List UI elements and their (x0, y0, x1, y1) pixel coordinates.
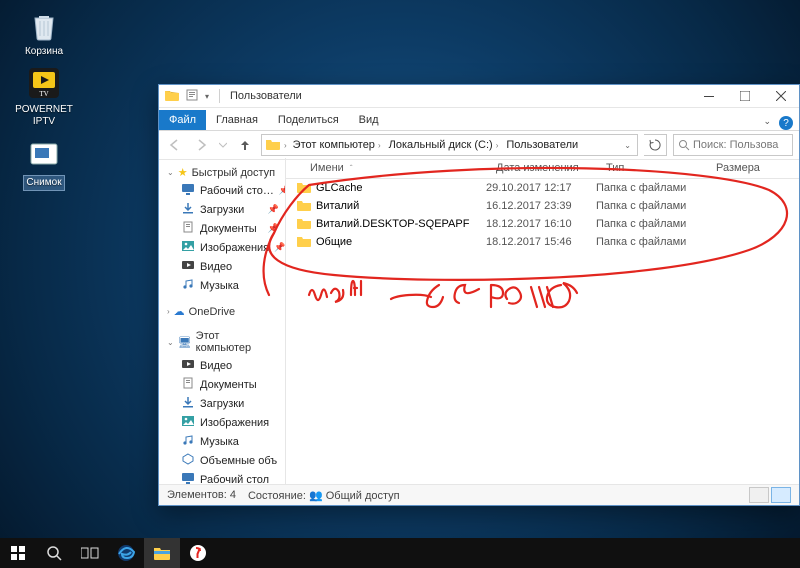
thispc-item-2[interactable]: Загрузки (159, 394, 285, 413)
up-button[interactable] (235, 135, 255, 155)
folder-icon (296, 199, 312, 214)
close-button[interactable] (763, 85, 799, 107)
back-button[interactable] (165, 135, 185, 155)
column-headers[interactable]: Имениˆ Дата изменения Тип Размера (286, 158, 799, 179)
tab-share[interactable]: Поделиться (268, 110, 349, 130)
folder-icon (296, 181, 312, 196)
ribbon-expand-icon[interactable]: ⌄ (763, 116, 771, 130)
pin-icon: 📌 (274, 242, 285, 253)
address-bar[interactable]: › Этот компьютер› Локальный диск (C:)› П… (261, 134, 638, 156)
crumb-2[interactable]: Пользователи (502, 139, 582, 151)
minimize-button[interactable] (691, 85, 727, 107)
taskbar[interactable] (0, 538, 800, 568)
search-input[interactable]: Поиск: Пользова (673, 134, 793, 156)
thispc-item-3[interactable]: Изображения (159, 413, 285, 432)
yandex-button[interactable] (180, 538, 216, 568)
recycle-bin-icon (27, 8, 61, 42)
pin-icon: 📌 (268, 223, 279, 234)
iptv-shortcut[interactable]: TV POWERNET IPTV (12, 66, 76, 129)
iptv-icon: TV (27, 66, 61, 100)
view-large-button[interactable] (771, 487, 791, 503)
quick-access-header[interactable]: ⌄★Быстрый доступ (159, 164, 285, 181)
quick-item-2[interactable]: Документы📌 (159, 219, 285, 238)
title-bar[interactable]: ▾ Пользователи (159, 85, 799, 108)
edge-button[interactable] (108, 538, 144, 568)
svg-text:TV: TV (39, 90, 48, 98)
folder-icon (264, 138, 282, 153)
search-icon (678, 139, 690, 151)
explorer-button[interactable] (144, 538, 180, 568)
nav-row: › Этот компьютер› Локальный диск (C:)› П… (159, 131, 799, 160)
explorer-window: ▾ Пользователи Файл Главная Поделиться В… (158, 84, 800, 506)
snip-icon (27, 138, 61, 172)
quick-item-4[interactable]: Видео (159, 257, 285, 276)
file-row-3[interactable]: Общие18.12.2017 15:46Папка с файлами (286, 233, 799, 251)
crumb-0[interactable]: Этот компьютер› (289, 139, 385, 151)
start-button[interactable] (0, 538, 36, 568)
file-row-2[interactable]: Виталий.DESKTOP-SQEPAPF18.12.2017 16:10П… (286, 215, 799, 233)
window-title: Пользователи (224, 90, 302, 102)
forward-button[interactable] (191, 135, 211, 155)
crumb-1[interactable]: Локальный диск (C:)› (385, 139, 503, 151)
quick-item-0[interactable]: Рабочий сто…📌 (159, 181, 285, 200)
quick-item-5[interactable]: Музыка (159, 276, 285, 295)
quick-item-3[interactable]: Изображения📌 (159, 238, 285, 257)
desktop[interactable]: Корзина TV POWERNET IPTV Снимок ▾ Пользо… (0, 0, 800, 568)
sort-asc-icon: ˆ (350, 164, 353, 173)
history-button[interactable] (217, 135, 229, 155)
refresh-button[interactable] (644, 134, 667, 156)
pin-icon: 📌 (279, 185, 285, 196)
maximize-button[interactable] (727, 85, 763, 107)
tab-file[interactable]: Файл (159, 110, 206, 130)
thispc-item-4[interactable]: Музыка (159, 432, 285, 451)
folder-icon (296, 217, 312, 232)
status-state: Состояние: 👥 Общий доступ (248, 489, 400, 502)
tab-view[interactable]: Вид (349, 110, 389, 130)
thispc-item-5[interactable]: Объемные объ (159, 451, 285, 470)
crumb-sep-icon[interactable]: › (282, 141, 289, 150)
recycle-bin[interactable]: Корзина (12, 8, 76, 59)
qat-props-icon[interactable] (185, 89, 199, 104)
qat-dropdown-icon[interactable]: ▾ (205, 92, 209, 101)
file-row-0[interactable]: GLCache29.10.2017 12:17Папка с файлами (286, 179, 799, 197)
task-view-button[interactable] (72, 538, 108, 568)
quick-item-1[interactable]: Загрузки📌 (159, 200, 285, 219)
search-button[interactable] (36, 538, 72, 568)
nav-pane[interactable]: ⌄★Быстрый доступ Рабочий сто…📌Загрузки📌Д… (159, 158, 286, 485)
snip-shortcut[interactable]: Снимок (12, 138, 76, 191)
thispc-item-0[interactable]: Видео (159, 356, 285, 375)
file-row-1[interactable]: Виталий16.12.2017 23:39Папка с файлами (286, 197, 799, 215)
addr-dropdown-icon[interactable]: ⌄ (620, 141, 635, 150)
folder-icon (165, 89, 179, 104)
ribbon-tabs: Файл Главная Поделиться Вид ⌄ ? (159, 108, 799, 131)
tab-home[interactable]: Главная (206, 110, 268, 130)
ribbon-help-icon[interactable]: ? (779, 116, 793, 130)
status-item-count: Элементов: 4 (167, 489, 236, 501)
onedrive-header[interactable]: ›☁OneDrive (159, 303, 285, 320)
file-list[interactable]: Имениˆ Дата изменения Тип Размера GLCach… (286, 158, 799, 485)
status-bar: Элементов: 4 Состояние: 👥 Общий доступ (159, 484, 799, 505)
thispc-item-6[interactable]: Рабочий стол (159, 470, 285, 485)
thispc-item-1[interactable]: Документы (159, 375, 285, 394)
folder-icon (296, 235, 312, 250)
view-details-button[interactable] (749, 487, 769, 503)
thispc-header[interactable]: ⌄🖥Этот компьютер (159, 328, 285, 356)
pin-icon: 📌 (268, 204, 279, 215)
